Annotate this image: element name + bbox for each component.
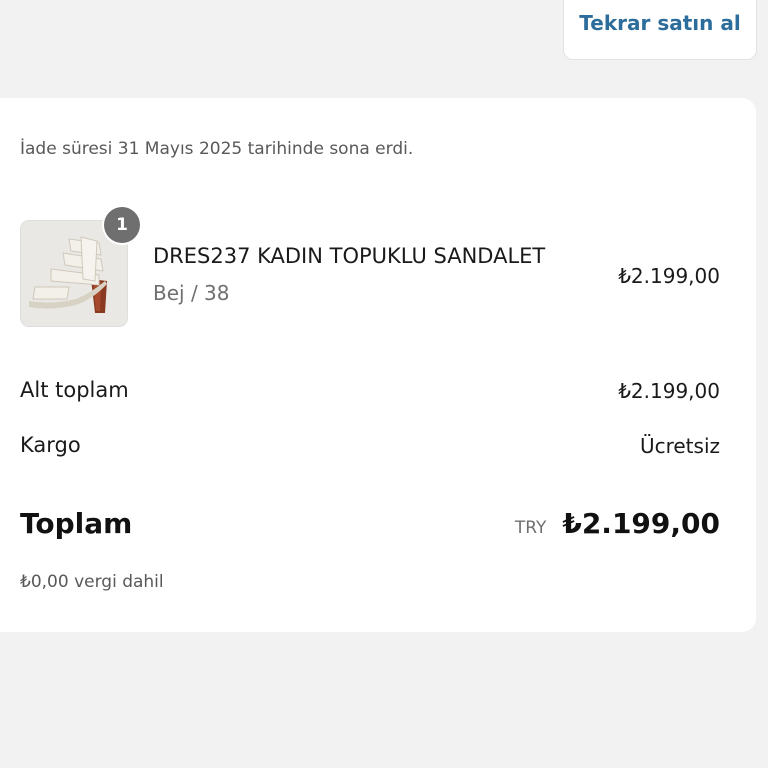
subtotal-label: Alt toplam: [20, 378, 129, 402]
reorder-button[interactable]: Tekrar satın al: [563, 0, 757, 60]
total-value: ₺2.199,00: [562, 507, 720, 540]
shipping-label: Kargo: [20, 433, 81, 457]
return-period-notice: İade süresi 31 Mayıs 2025 tarihinde sona…: [20, 139, 414, 159]
product-price: ₺2.199,00: [618, 264, 720, 288]
tax-note: ₺0,00 vergi dahil: [20, 572, 164, 592]
order-summary-card: İade süresi 31 Mayıs 2025 tarihinde sona…: [0, 98, 756, 632]
quantity-badge: 1: [104, 207, 140, 243]
total-label: Toplam: [20, 507, 133, 540]
subtotal-value: ₺2.199,00: [618, 379, 720, 403]
total-amount: TRY ₺2.199,00: [515, 507, 720, 540]
product-name: DRES237 KADIN TOPUKLU SANDALET: [153, 244, 546, 268]
currency-code: TRY: [514, 518, 547, 538]
shipping-value: Ücretsiz: [639, 434, 720, 458]
product-variant: Bej / 38: [153, 281, 230, 305]
